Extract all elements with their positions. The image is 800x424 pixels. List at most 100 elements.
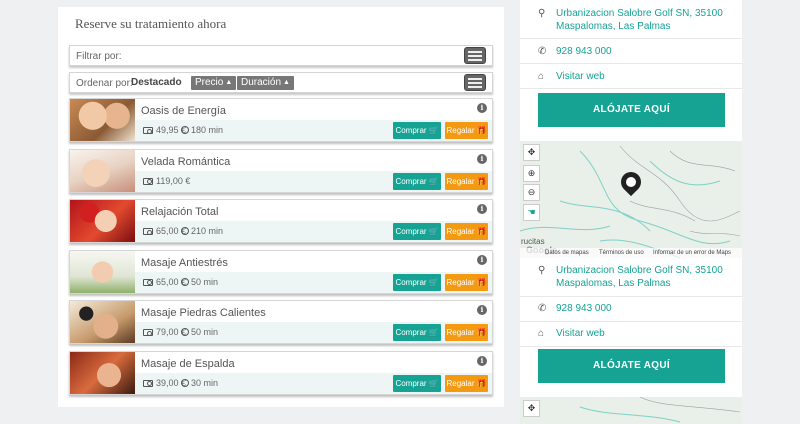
treatment-item: Velada Romántica i 119,00 € Comprar 🛒 Reg… — [69, 148, 493, 193]
treatment-image[interactable] — [70, 250, 135, 293]
map[interactable]: ✥ ⊕ ⊖ ☚ rucitas Google Datos de mapas Té… — [520, 141, 742, 258]
info-icon[interactable]: i — [477, 254, 487, 265]
address-text[interactable]: Urbanizacion Salobre Golf SN, 35100 Maspa… — [556, 7, 723, 33]
cart-icon: 🛒 — [428, 176, 439, 186]
treatment-name[interactable]: Oasis de Energía — [141, 105, 226, 117]
website-link[interactable]: Visitar web — [556, 70, 605, 83]
map-report-link[interactable]: Informar de un error de Maps — [653, 250, 731, 256]
treatment-name[interactable]: Masaje de Espalda — [141, 358, 235, 370]
zoom-in-icon[interactable]: ⊕ — [523, 165, 540, 182]
cart-icon: 🛒 — [428, 378, 439, 388]
treatment-item: Masaje de Espalda i 39,00 € 30 min Compr… — [69, 350, 493, 395]
sort-menu-icon[interactable] — [464, 74, 486, 91]
money-icon — [143, 379, 153, 387]
gift-button[interactable]: Regalar 🎁 — [445, 324, 488, 341]
sort-duration-button[interactable]: Duración ▲ — [237, 76, 294, 90]
treatment-bar: 65,00 € 210 min Comprar 🛒 Regalar 🎁 — [135, 221, 492, 242]
treatment-duration: 210 min — [181, 226, 223, 236]
web-row: ⌂ Visitar web — [520, 64, 742, 89]
map-move-icon[interactable]: ✥ — [523, 400, 540, 417]
map-roads — [520, 145, 741, 258]
treatment-duration: 180 min — [181, 125, 223, 135]
map-data-link[interactable]: Datos de mapas — [545, 250, 589, 256]
buy-button[interactable]: Comprar 🛒 — [393, 324, 441, 341]
money-icon — [143, 278, 153, 286]
info-icon[interactable]: i — [477, 204, 487, 214]
sort-bar: Ordenar por: Destacado Precio ▲ Duración ▲ — [69, 72, 493, 93]
treatment-image[interactable] — [70, 351, 135, 394]
gift-button[interactable]: Regalar 🎁 — [445, 273, 488, 291]
treatment-name[interactable]: Masaje Antiestrés — [141, 257, 228, 269]
treatment-price: 49,95 € — [143, 125, 186, 135]
filter-bar[interactable]: Filtrar por: — [69, 45, 493, 66]
treatment-price: 79,00 € — [143, 327, 186, 337]
gift-button[interactable]: Regalar 🎁 — [445, 374, 488, 392]
map-roads — [579, 397, 741, 423]
phone-row: ✆ 928 943 000 — [520, 297, 742, 322]
gift-button[interactable]: Regalar 🎁 — [445, 172, 488, 190]
treatment-name[interactable]: Relajación Total — [141, 206, 218, 218]
treatment-bar: 49,95 € 180 min Comprar 🛒 Regalar 🎁 — [135, 120, 492, 141]
stay-here-button[interactable]: ALÓJATE AQUÍ — [538, 93, 725, 127]
map[interactable]: ✥ — [520, 397, 742, 424]
buy-button[interactable]: Comprar 🛒 — [393, 374, 441, 392]
home-icon: ⌂ — [538, 328, 545, 339]
sort-label: Ordenar por: — [76, 78, 133, 89]
cart-icon: 🛒 — [428, 328, 439, 337]
web-row: ⌂ Visitar web — [520, 322, 742, 347]
info-icon[interactable]: i — [477, 103, 487, 113]
map-terms-link[interactable]: Términos de uso — [599, 250, 644, 256]
gift-icon: 🎁 — [476, 277, 487, 287]
treatment-name[interactable]: Masaje Piedras Calientes — [141, 307, 266, 319]
treatment-price: 65,00 € — [143, 226, 186, 236]
info-icon[interactable]: i — [477, 305, 487, 315]
phone-icon: ✆ — [538, 303, 547, 314]
stay-here-button[interactable]: ALÓJATE AQUÍ — [538, 349, 725, 383]
money-icon — [143, 177, 153, 185]
treatment-price: 39,00 € — [143, 378, 186, 388]
filter-menu-icon[interactable] — [464, 47, 486, 64]
treatment-image[interactable] — [70, 99, 135, 141]
buy-button[interactable]: Comprar 🛒 — [393, 223, 441, 240]
treatment-item: Oasis de Energía i 49,95 € 180 min Compr… — [69, 98, 493, 142]
phone-icon: ✆ — [538, 46, 547, 57]
sort-up-icon: ▲ — [225, 79, 233, 86]
treatment-bar: 79,00 € 50 min Comprar 🛒 Regalar 🎁 — [135, 322, 492, 343]
money-icon — [143, 127, 153, 134]
treatments-panel: Reserve su tratamiento ahora Filtrar por… — [58, 7, 504, 407]
zoom-out-icon[interactable]: ⊖ — [523, 184, 540, 201]
gift-icon: 🎁 — [476, 126, 487, 135]
gift-icon: 🎁 — [476, 378, 487, 388]
treatment-image[interactable] — [70, 200, 135, 242]
sort-price-button[interactable]: Precio ▲ — [191, 76, 237, 90]
treatment-item: Relajación Total i 65,00 € 210 min Compr… — [69, 199, 493, 243]
treatment-image[interactable] — [70, 301, 135, 343]
location-pin-icon: ⚲ — [538, 265, 546, 276]
phone-link[interactable]: 928 943 000 — [556, 302, 612, 315]
website-link[interactable]: Visitar web — [556, 327, 605, 340]
money-icon — [143, 329, 153, 336]
treatment-name[interactable]: Velada Romántica — [141, 156, 230, 168]
info-icon[interactable]: i — [477, 153, 487, 164]
treatment-bar: 39,00 € 30 min Comprar 🛒 Regalar 🎁 — [135, 372, 492, 394]
buy-button[interactable]: Comprar 🛒 — [393, 122, 441, 139]
gift-button[interactable]: Regalar 🎁 — [445, 122, 488, 139]
hotel-sidebar: ⚲ Urbanizacion Salobre Golf SN, 35100 Mas… — [520, 0, 742, 424]
buy-button[interactable]: Comprar 🛒 — [393, 172, 441, 190]
sort-featured[interactable]: Destacado — [131, 77, 182, 88]
address-text[interactable]: Urbanizacion Salobre Golf SN, 35100 Maspa… — [556, 264, 723, 290]
treatment-image[interactable] — [70, 149, 135, 192]
home-icon: ⌂ — [538, 71, 545, 82]
pan-hand-icon[interactable]: ☚ — [523, 204, 540, 221]
info-icon[interactable]: i — [477, 355, 487, 366]
gift-icon: 🎁 — [476, 328, 487, 337]
map-move-icon[interactable]: ✥ — [523, 144, 540, 161]
buy-button[interactable]: Comprar 🛒 — [393, 273, 441, 291]
gift-button[interactable]: Regalar 🎁 — [445, 223, 488, 240]
treatment-item: Masaje Antiestrés i 65,00 € 50 min Compr… — [69, 249, 493, 294]
clock-icon — [181, 126, 189, 134]
treatment-list: Oasis de Energía i 49,95 € 180 min Compr… — [69, 98, 493, 401]
phone-link[interactable]: 928 943 000 — [556, 45, 612, 58]
filter-label: Filtrar por: — [76, 51, 122, 62]
money-icon — [143, 228, 153, 235]
